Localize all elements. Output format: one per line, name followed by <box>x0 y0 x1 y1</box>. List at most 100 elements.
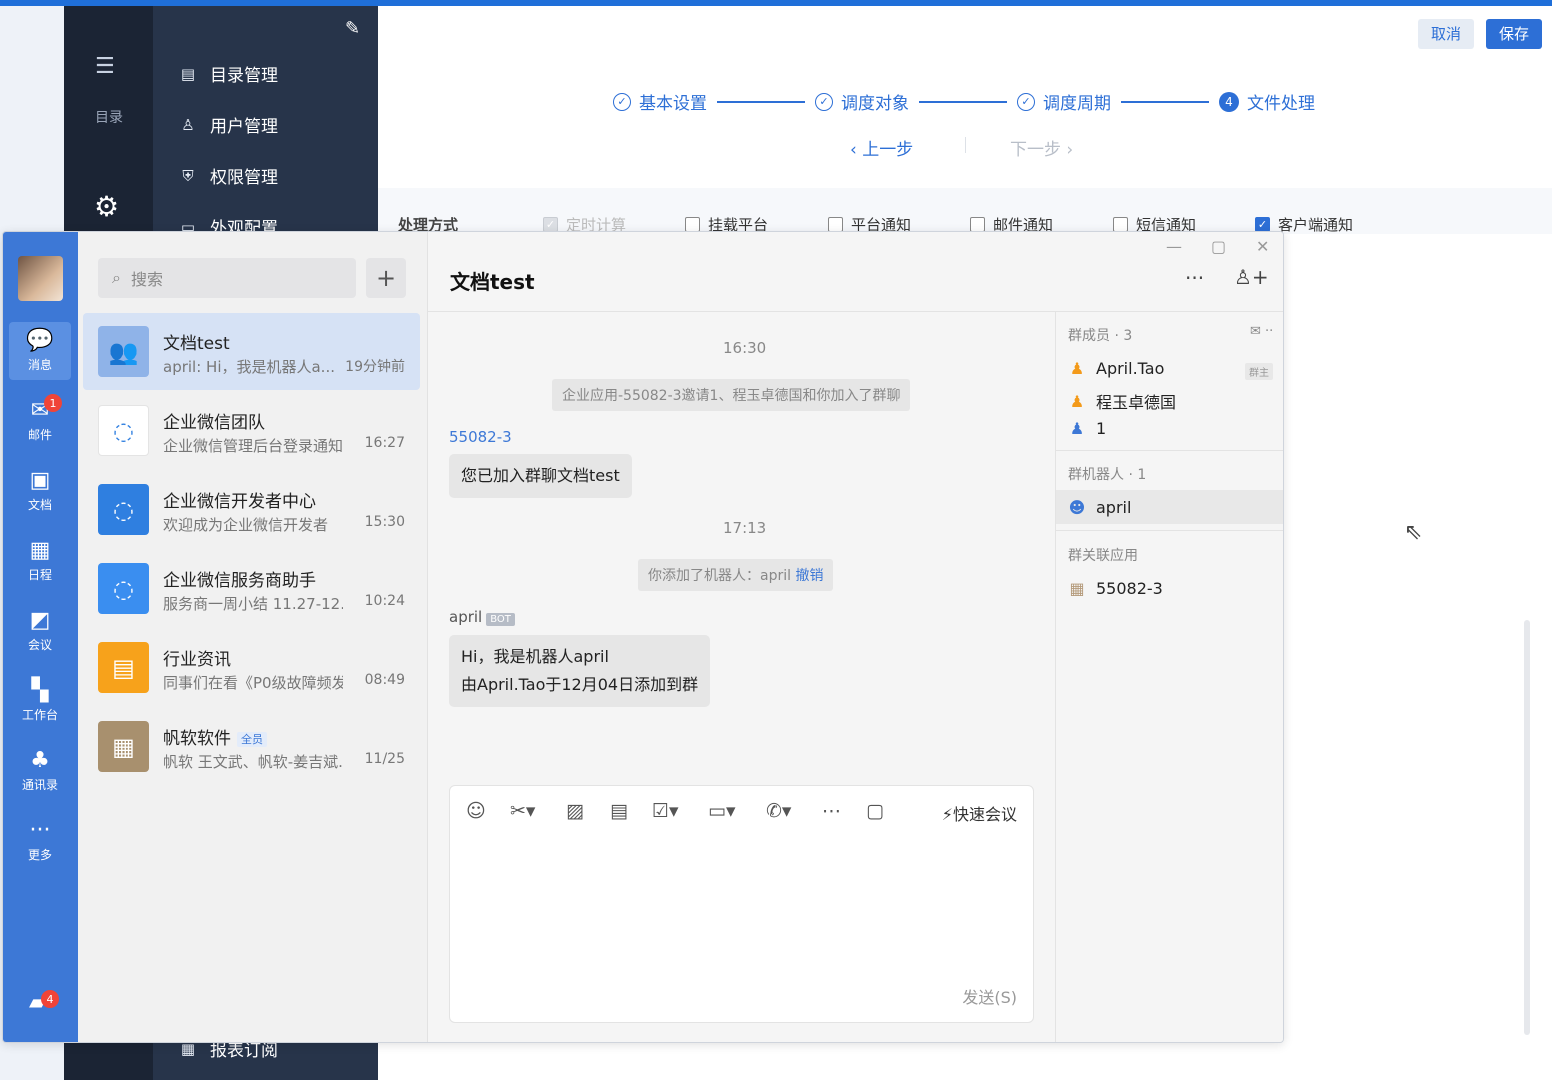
step-file-handling[interactable]: 4 文件处理 <box>1219 89 1315 114</box>
screenshot-icon[interactable]: ✂▾ <box>510 800 535 822</box>
bot-tag: BOT <box>486 613 515 626</box>
phone-icon[interactable]: ✆▾ <box>766 800 791 822</box>
nav-more[interactable]: ··· 更多 <box>9 812 71 870</box>
nav-meeting[interactable]: ◩ 会议 <box>9 602 71 660</box>
add-member-icon[interactable]: ♙+ <box>1234 265 1269 289</box>
checkbox-checked: ✓ <box>1255 217 1270 232</box>
conversation-name: 行业资讯 <box>163 650 231 670</box>
prev-step-button[interactable]: ‹ 上一步 <box>850 135 913 160</box>
next-step-label: 下一步 <box>1010 140 1061 160</box>
quick-meeting-button[interactable]: ⚡快速会议 <box>942 801 1017 825</box>
member-name: April.Tao <box>1096 359 1165 378</box>
send-button[interactable]: 发送(S) <box>962 984 1017 1008</box>
bubble-line: 由April.Tao于12月04日添加到群 <box>461 675 699 694</box>
list-icon[interactable]: ☰ <box>95 54 115 79</box>
emoji-icon[interactable]: ☺ <box>466 800 486 822</box>
bubble-line: Hi，我是机器人april <box>461 647 609 666</box>
mail-icon[interactable]: ✉ ·· <box>1250 324 1273 339</box>
chevron-left-icon: ‹ <box>850 140 863 160</box>
pin-icon[interactable]: ✎ <box>345 18 360 39</box>
list-icon: ▤ <box>180 64 196 83</box>
more-icon[interactable]: ··· <box>1185 266 1204 290</box>
conversation-item[interactable]: ◌ 企业微信团队 企业微信管理后台登录通知 16:27 <box>83 392 420 469</box>
gear-icon[interactable]: ⚙ <box>94 190 119 223</box>
conversation-item[interactable]: ◌ 企业微信服务商助手 服务商一周小结 11.27-12.3 10:24 <box>83 550 420 627</box>
app-item[interactable]: ▦ 55082-3 <box>1068 579 1162 598</box>
sender-name: april <box>449 608 483 626</box>
conversation-preview: 服务商一周小结 11.27-12.3 <box>163 595 343 613</box>
step-schedule-period[interactable]: ✓ 调度周期 <box>1017 89 1111 114</box>
menu-item-permissions[interactable]: ⛨ 权限管理 <box>178 163 278 189</box>
menu-item-catalog[interactable]: ▤ 目录管理 <box>178 61 278 87</box>
member-item[interactable]: ♟ 程玉卓德国 <box>1068 389 1176 413</box>
step-basic-settings[interactable]: ✓ 基本设置 <box>613 89 707 114</box>
chat-record-icon[interactable]: ▢ <box>866 800 884 822</box>
more-options-icon[interactable]: ⋯ <box>822 800 841 822</box>
next-step-button[interactable]: 下一步 › <box>1010 135 1073 160</box>
menu-item-users[interactable]: ♙ 用户管理 <box>178 112 278 138</box>
conversation-item[interactable]: ▤ 行业资讯 同事们在看《P0级故障频发... 08:49 <box>83 629 420 706</box>
member-item[interactable]: ♟ 1 <box>1068 419 1106 438</box>
message-bubble[interactable]: Hi，我是机器人april 由April.Tao于12月04日添加到群 <box>449 635 711 707</box>
conversation-list: ⌕ 搜索 + 👥 文档test april: Hi，我是机器人a... 19分钟… <box>78 232 428 1042</box>
checkbox <box>1113 217 1128 232</box>
folder-icon[interactable]: ▭▾ <box>708 800 736 822</box>
step-schedule-target[interactable]: ✓ 调度对象 <box>815 89 909 114</box>
nav-messages[interactable]: 💬 消息 <box>9 322 71 380</box>
member-item[interactable]: ♟ April.Tao <box>1068 359 1165 378</box>
conversation-time: 08:49 <box>364 672 405 688</box>
apps-heading: 群关联应用 <box>1068 548 1138 564</box>
close-icon[interactable]: ✕ <box>1256 237 1269 256</box>
chat-area: 16:30 企业应用-55082-3邀请1、程玉卓德国和你加入了群聊 55082… <box>428 232 1055 1042</box>
group-info-panel: 群成员 · 3 ✉ ·· ♟ April.Tao 群主 ♟ 程玉卓德国 ♟ 1 … <box>1055 312 1283 1042</box>
minimize-icon[interactable]: — <box>1166 237 1182 256</box>
conversation-item[interactable]: 👥 文档test april: Hi，我是机器人a... 19分钟前 <box>83 313 420 390</box>
all-staff-tag: 全员 <box>237 732 267 747</box>
conversation-item[interactable]: ◌ 企业微信开发者中心 欢迎成为企业微信开发者 15:30 <box>83 471 420 548</box>
conversation-name: 企业微信服务商助手 <box>163 571 316 591</box>
message-input-box[interactable]: ☺ ✂▾ ▨ ▤ ☑▾ ▭▾ ✆▾ ⋯ ▢ ⚡快速会议 发送(S) <box>449 785 1034 1023</box>
doc-icon: ▣ <box>29 468 51 493</box>
user-icon: ♙ <box>181 115 195 134</box>
robot-item[interactable]: ☻ april <box>1068 498 1132 517</box>
file-handling-bar: 处理方式 ✓ 定时计算 挂载平台 平台通知 邮件通知 短信通知 ✓ 客户端通知 <box>378 188 1552 234</box>
quick-meeting-label: 快速会议 <box>952 805 1017 824</box>
maximize-icon[interactable]: ▢ <box>1211 237 1226 256</box>
chat-icon: 💬 <box>26 328 54 353</box>
nav-mail[interactable]: ✉ 邮件 1 <box>9 392 71 450</box>
add-button[interactable]: + <box>366 258 406 298</box>
undo-link[interactable]: 撤销 <box>795 568 823 584</box>
wecom-window: 💬 消息 ✉ 邮件 1 ▣ 文档 ▦ 日程 ◩ 会议 ▚ 工作台 ♣ 通讯录 ·… <box>2 231 1284 1043</box>
user-avatar[interactable] <box>18 256 63 301</box>
rail-catalog-label: 目录 <box>95 110 123 126</box>
nav-workbench[interactable]: ▚ 工作台 <box>9 672 71 730</box>
cancel-button[interactable]: 取消 <box>1418 19 1475 49</box>
checkbox: ✓ <box>543 217 558 232</box>
members-heading: 群成员 · 3 <box>1068 328 1133 344</box>
image-icon[interactable]: ▨ <box>566 800 584 822</box>
message-sender[interactable]: 55082-3 <box>449 428 512 446</box>
conversation-item[interactable]: ▦ 帆软软件 全员 帆软 王文武、帆软-姜吉斌... 11/25 <box>83 708 420 785</box>
todo-icon[interactable]: ☑▾ <box>652 800 679 822</box>
nav-docs[interactable]: ▣ 文档 <box>9 462 71 520</box>
conversation-preview: 欢迎成为企业微信开发者 <box>163 516 329 534</box>
document-icon[interactable]: ▤ <box>610 800 628 822</box>
nav-calendar[interactable]: ▦ 日程 <box>9 532 71 590</box>
nav-contacts[interactable]: ♣ 通讯录 <box>9 742 71 800</box>
system-message-text: 你添加了机器人：april <box>648 568 792 584</box>
conversation-name: 企业微信开发者中心 <box>163 492 316 512</box>
chat-header: 文档test — ▢ ✕ ··· ♙+ <box>428 232 1283 312</box>
nav-label: 文档 <box>27 498 52 512</box>
conversation-preview: 企业微信管理后台登录通知 <box>163 437 343 455</box>
message-sender[interactable]: april BOT <box>449 608 515 626</box>
step-label: 文件处理 <box>1247 94 1315 114</box>
save-button[interactable]: 保存 <box>1486 19 1543 49</box>
step-label: 调度对象 <box>841 94 909 114</box>
message-bubble[interactable]: 您已加入群聊文档test <box>449 454 632 498</box>
search-input[interactable]: ⌕ 搜索 <box>98 258 356 298</box>
chevron-right-icon: › <box>1061 140 1074 160</box>
bottom-badge: 4 <box>41 990 59 1008</box>
more-icon: ··· <box>29 818 51 843</box>
scrollbar-track[interactable] <box>1524 620 1530 1035</box>
wecom-nav: 💬 消息 ✉ 邮件 1 ▣ 文档 ▦ 日程 ◩ 会议 ▚ 工作台 ♣ 通讯录 ·… <box>3 232 78 1042</box>
